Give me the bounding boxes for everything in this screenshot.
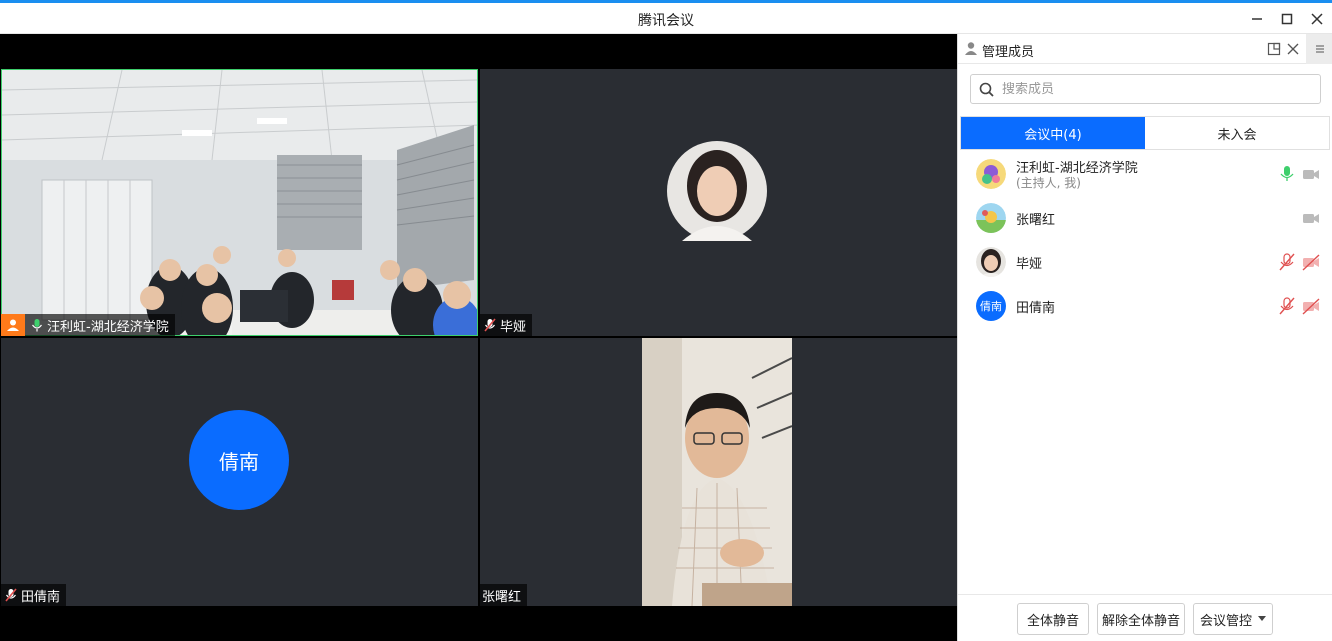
- member-avatar: [976, 247, 1006, 277]
- member-name: 毕娅: [1016, 257, 1043, 272]
- member-row[interactable]: 倩南 田倩南: [958, 284, 1332, 328]
- title-bar: 腾讯会议: [0, 3, 1332, 34]
- camera-off-icon[interactable]: [1302, 209, 1320, 227]
- mic-muted-icon[interactable]: [1278, 297, 1296, 315]
- mic-muted-icon[interactable]: [1278, 253, 1296, 271]
- member-panel-title: 管理成员: [982, 45, 1035, 60]
- video-tile-biya[interactable]: [480, 69, 957, 336]
- member-avatar: 倩南: [976, 291, 1006, 321]
- menu-icon: [1315, 45, 1324, 53]
- caret-down-icon: [1258, 616, 1266, 621]
- member-name: 田倩南: [1016, 301, 1056, 316]
- zhangshuhong-video: [642, 338, 792, 606]
- popout-icon[interactable]: [1267, 42, 1281, 56]
- person-icon: [7, 319, 19, 331]
- member-panel-header: 管理成员: [958, 34, 1332, 64]
- member-row[interactable]: 汪利虹-湖北经济学院 (主持人, 我): [958, 152, 1332, 196]
- tab-not-joined[interactable]: 未入会: [1145, 117, 1329, 149]
- minimize-button[interactable]: [1246, 8, 1268, 30]
- member-row[interactable]: 张曙红: [958, 196, 1332, 240]
- camera-off-icon[interactable]: [1302, 165, 1320, 183]
- mic-on-icon[interactable]: [1278, 165, 1296, 183]
- tile-host-name: 汪利虹-湖北经济学院: [47, 319, 169, 335]
- video-tile-host[interactable]: [1, 69, 478, 336]
- search-icon: [979, 82, 994, 97]
- unmute-all-button[interactable]: 解除全体静音: [1097, 603, 1185, 635]
- search-member-input[interactable]: [1002, 81, 1302, 97]
- search-member-box[interactable]: [970, 74, 1321, 104]
- tianqiannan-avatar: 倩南: [189, 410, 289, 510]
- video-tile-tianqiannan[interactable]: 倩南: [1, 338, 478, 606]
- close-icon: [1311, 13, 1323, 25]
- meeting-control-dropdown[interactable]: 会议管控: [1193, 603, 1273, 635]
- mic-muted-icon: [5, 588, 17, 602]
- member-row[interactable]: 毕娅: [958, 240, 1332, 284]
- person-icon: [965, 42, 977, 55]
- tile-host-nametag: 汪利虹-湖北经济学院: [1, 314, 175, 336]
- biya-avatar: [667, 141, 767, 241]
- member-panel-footer: 全体静音 解除全体静音 会议管控: [958, 594, 1332, 641]
- tile-zhangshuhong-name: 张曙红: [482, 589, 522, 605]
- menu-button[interactable]: [1306, 34, 1332, 64]
- tile-biya-nametag: 毕娅: [480, 314, 533, 336]
- mic-muted-icon: [484, 318, 496, 332]
- meeting-control-label: 会议管控: [1199, 613, 1252, 629]
- video-area: 汪利虹-湖北经济学院 毕娅 倩南 田倩南 张曙红: [0, 34, 957, 641]
- tile-tianqiannan-name: 田倩南: [21, 589, 61, 605]
- maximize-icon: [1281, 13, 1293, 25]
- mute-all-button[interactable]: 全体静音: [1017, 603, 1089, 635]
- maximize-button[interactable]: [1276, 8, 1298, 30]
- camera-muted-icon[interactable]: [1302, 253, 1320, 271]
- host-badge: [1, 314, 25, 336]
- member-role: (主持人, 我): [1016, 176, 1081, 190]
- member-panel: 管理成员 会议中(4) 未入会 汪利虹-湖北经济学院 (主持人, 我) 张曙红: [957, 34, 1332, 641]
- close-icon[interactable]: [1286, 42, 1300, 56]
- member-tabs: 会议中(4) 未入会: [960, 116, 1330, 150]
- tile-biya-name: 毕娅: [500, 319, 527, 335]
- member-avatar: [976, 203, 1006, 233]
- conference-room-video: [2, 70, 477, 335]
- close-button[interactable]: [1306, 8, 1328, 30]
- tile-tianqiannan-nametag: 田倩南: [1, 584, 67, 606]
- tab-in-meeting[interactable]: 会议中(4): [961, 117, 1145, 149]
- camera-muted-icon[interactable]: [1302, 297, 1320, 315]
- tile-zhangshuhong-nametag: 张曙红: [480, 584, 528, 606]
- window-title: 腾讯会议: [638, 13, 694, 29]
- member-name: 张曙红: [1016, 213, 1056, 228]
- member-avatar: [976, 159, 1006, 189]
- video-tile-zhangshuhong[interactable]: [480, 338, 957, 606]
- minimize-icon: [1252, 18, 1262, 20]
- mic-on-icon: [32, 319, 42, 332]
